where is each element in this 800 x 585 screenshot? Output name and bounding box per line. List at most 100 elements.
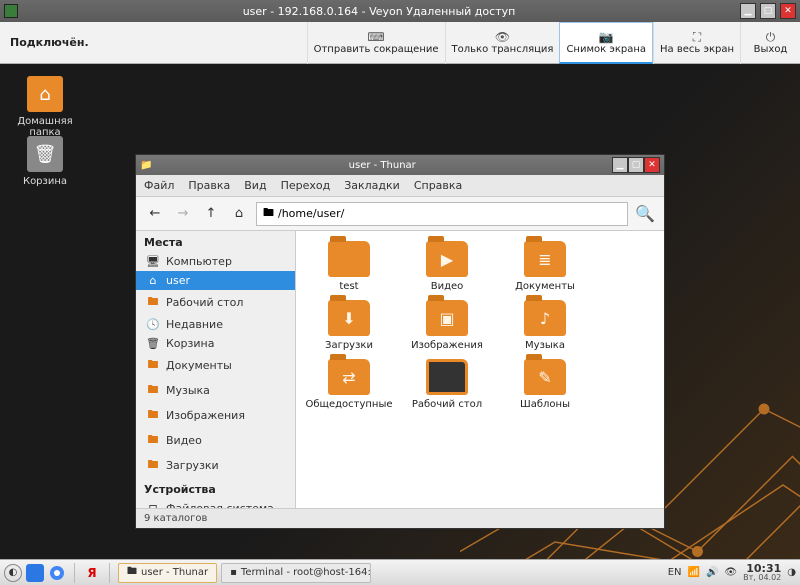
fullscreen-button[interactable]: ⛶ На весь экран xyxy=(653,22,740,64)
folder-icon: 🖿 xyxy=(263,204,274,223)
folder-public[interactable]: ⇄Общедоступные xyxy=(302,359,396,410)
folder-icon: 🖿 xyxy=(146,293,160,312)
veyon-titlebar: user - 192.168.0.164 - Veyon Удаленный д… xyxy=(0,0,800,22)
volume-tray-icon[interactable]: 🔊 xyxy=(706,567,718,578)
folder-templates[interactable]: ✎Шаблоны xyxy=(498,359,592,410)
menu-help[interactable]: Справка xyxy=(414,179,462,192)
start-menu-button[interactable]: ◐ xyxy=(4,564,22,582)
terminal-icon: ▪ xyxy=(230,567,237,578)
sidebar-item-downloads[interactable]: 🖿Загрузки xyxy=(136,453,295,478)
folder-icon: 🖿 xyxy=(146,456,160,475)
location-path: /home/user/ xyxy=(278,207,344,220)
sidebar-item-recent[interactable]: 🕓Недавние xyxy=(136,315,295,334)
network-tray-icon[interactable]: 📶 xyxy=(688,567,700,578)
thunar-menubar: Файл Правка Вид Переход Закладки Справка xyxy=(136,175,664,197)
forward-button[interactable]: → xyxy=(172,203,194,225)
trash-icon: 🗑 xyxy=(146,337,160,350)
back-button[interactable]: ← xyxy=(144,203,166,225)
send-shortcut-button[interactable]: ⌨ Отправить сокращение xyxy=(307,22,445,64)
folder-icon: 🖿 xyxy=(146,381,160,400)
sidebar-item-computer[interactable]: 🖥Компьютер xyxy=(136,252,295,271)
thunar-title: user - Thunar xyxy=(152,160,612,171)
sidebar-item-pictures[interactable]: 🖿Изображения xyxy=(136,403,295,428)
file-pane[interactable]: test ▶Видео ≣Документы ⬇Загрузки ▣Изобра… xyxy=(296,231,664,508)
clock-date: Вт, 04.02 xyxy=(743,574,781,582)
folder-downloads[interactable]: ⬇Загрузки xyxy=(302,300,396,351)
location-bar[interactable]: 🖿 /home/user/ xyxy=(256,202,628,226)
sidebar-item-trash[interactable]: 🗑Корзина xyxy=(136,334,295,353)
veyon-title: user - 192.168.0.164 - Veyon Удаленный д… xyxy=(22,5,736,18)
computer-icon: 🖥 xyxy=(146,255,160,268)
taskbar: ◐ Я 🖿user - Thunar ▪Terminal - root@host… xyxy=(0,559,800,585)
folder-icon: 🖿 xyxy=(146,356,160,375)
screenshot-button[interactable]: 📷 Снимок экрана xyxy=(559,22,653,64)
clock-icon: 🕓 xyxy=(146,318,160,331)
folder-videos[interactable]: ▶Видео xyxy=(400,241,494,292)
exit-icon: ⏻ xyxy=(762,30,780,44)
thunar-sidebar: Места 🖥Компьютер ⌂user 🖿Рабочий стол 🕓Не… xyxy=(136,231,296,508)
thunar-close-button[interactable]: ✕ xyxy=(644,157,660,173)
menu-bookmarks[interactable]: Закладки xyxy=(344,179,400,192)
exit-button[interactable]: ⏻ Выход xyxy=(740,22,800,64)
sidebar-item-documents[interactable]: 🖿Документы xyxy=(136,353,295,378)
system-tray: EN 📶 🔊 👁 10:31 Вт, 04.02 ◑ xyxy=(668,563,796,582)
visibility-tray-icon[interactable]: 👁 xyxy=(724,567,737,578)
eye-icon: 👁 xyxy=(493,30,511,44)
devices-heading: Устройства xyxy=(136,478,295,499)
menu-view[interactable]: Вид xyxy=(244,179,266,192)
menu-go[interactable]: Переход xyxy=(281,179,331,192)
maximize-button[interactable]: ▢ xyxy=(760,3,776,19)
chromium-launcher[interactable] xyxy=(48,564,66,582)
remote-desktop: ⌂ Домашняя папка 🗑 Корзина 📁 user - Thun… xyxy=(0,64,800,559)
desktop-home-icon[interactable]: ⌂ Домашняя папка xyxy=(10,76,80,138)
up-button[interactable]: ↑ xyxy=(200,203,222,225)
session-tray-icon[interactable]: ◑ xyxy=(787,567,796,578)
thunar-nav: ← → ↑ ⌂ 🖿 /home/user/ 🔍 xyxy=(136,197,664,231)
clock[interactable]: 10:31 Вт, 04.02 xyxy=(743,563,781,582)
desktop-trash-icon[interactable]: 🗑 Корзина xyxy=(10,136,80,187)
desktop-home-label: Домашняя папка xyxy=(10,116,80,138)
keyboard-icon: ⌨ xyxy=(367,30,385,44)
menu-edit[interactable]: Правка xyxy=(188,179,230,192)
veyon-app-icon xyxy=(4,4,18,18)
thunar-titlebar[interactable]: 📁 user - Thunar ▁ ▢ ✕ xyxy=(136,155,664,175)
sidebar-item-filesystem[interactable]: ⊟Файловая система xyxy=(136,499,295,508)
desktop-trash-label: Корзина xyxy=(10,176,80,187)
task-terminal[interactable]: ▪Terminal - root@host-164: ... xyxy=(221,563,371,583)
home-icon: ⌂ xyxy=(27,76,63,112)
thunar-minimize-button[interactable]: ▁ xyxy=(612,157,628,173)
fullscreen-icon: ⛶ xyxy=(688,30,706,44)
show-desktop-button[interactable] xyxy=(26,564,44,582)
sidebar-item-music[interactable]: 🖿Музыка xyxy=(136,378,295,403)
thunar-window: 📁 user - Thunar ▁ ▢ ✕ Файл Правка Вид Пе… xyxy=(135,154,665,529)
folder-icon: 🖿 xyxy=(146,406,160,425)
folder-desktop[interactable]: Рабочий стол xyxy=(400,359,494,410)
veyon-toolbar: Подключён. ⌨ Отправить сокращение 👁 Толь… xyxy=(0,22,800,64)
minimize-button[interactable]: ▁ xyxy=(740,3,756,19)
places-heading: Места xyxy=(136,231,295,252)
view-only-button[interactable]: 👁 Только трансляция xyxy=(445,22,560,64)
keyboard-layout[interactable]: EN xyxy=(668,567,682,578)
folder-music[interactable]: ♪Музыка xyxy=(498,300,592,351)
folder-icon: 🖿 xyxy=(146,431,160,450)
folder-icon: 📁 xyxy=(140,160,152,171)
yandex-launcher[interactable]: Я xyxy=(83,564,101,582)
folder-test[interactable]: test xyxy=(302,241,396,292)
folder-pictures[interactable]: ▣Изображения xyxy=(400,300,494,351)
close-button[interactable]: ✕ xyxy=(780,3,796,19)
sidebar-item-user[interactable]: ⌂user xyxy=(136,271,295,290)
sidebar-item-desktop[interactable]: 🖿Рабочий стол xyxy=(136,290,295,315)
home-button[interactable]: ⌂ xyxy=(228,203,250,225)
search-button[interactable]: 🔍 xyxy=(634,204,656,223)
folder-icon: 🖿 xyxy=(127,564,137,581)
thunar-statusbar: 9 каталогов xyxy=(136,508,664,528)
menu-file[interactable]: Файл xyxy=(144,179,174,192)
home-icon: ⌂ xyxy=(146,274,160,287)
folder-documents[interactable]: ≣Документы xyxy=(498,241,592,292)
camera-icon: 📷 xyxy=(597,30,615,44)
trash-icon: 🗑 xyxy=(27,136,63,172)
thunar-maximize-button[interactable]: ▢ xyxy=(628,157,644,173)
sidebar-item-videos[interactable]: 🖿Видео xyxy=(136,428,295,453)
connection-status: Подключён. xyxy=(0,36,99,49)
task-thunar[interactable]: 🖿user - Thunar xyxy=(118,563,217,583)
